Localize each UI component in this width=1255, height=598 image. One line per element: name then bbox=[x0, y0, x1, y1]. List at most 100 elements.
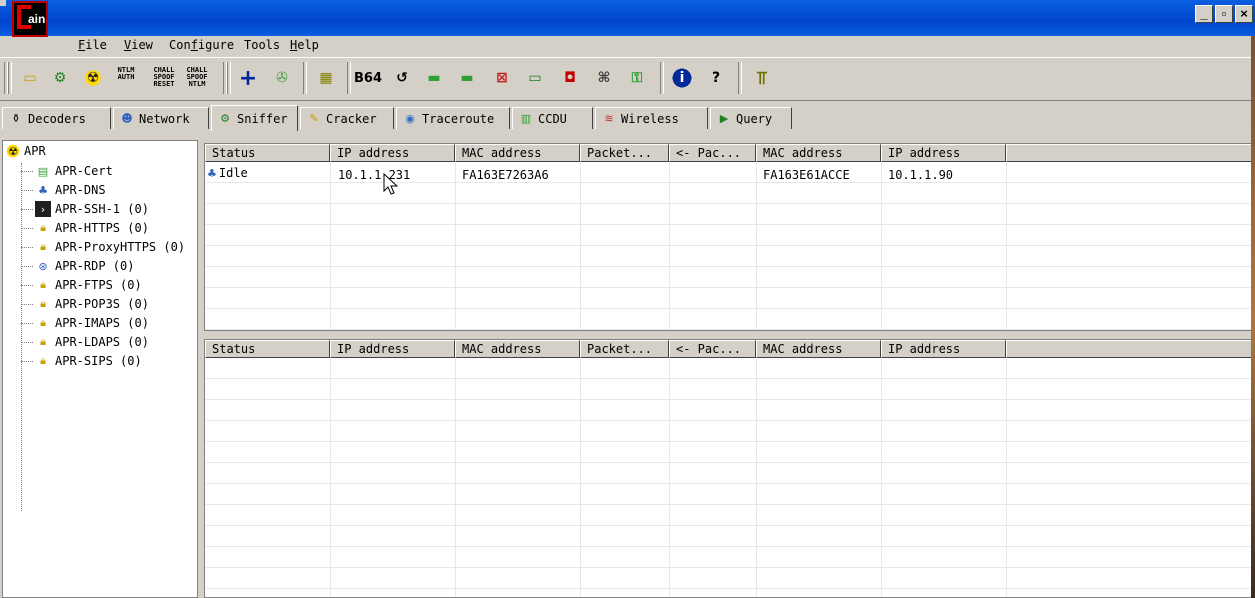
tab-wireless[interactable]: ≋ Wireless bbox=[595, 107, 708, 129]
cain-logo-icon[interactable]: ain bbox=[12, 1, 48, 37]
certificate-icon: ▤ bbox=[37, 164, 49, 178]
horizontal-splitter[interactable] bbox=[204, 331, 1255, 337]
tab-network[interactable]: ☻ Network bbox=[113, 107, 209, 129]
column-mac-address-2[interactable]: MAC address bbox=[756, 340, 881, 358]
tree-item-apr-sips[interactable]: 🔒︎ APR-SIPS (0) bbox=[21, 352, 142, 370]
lock-icon: 🔒︎ bbox=[40, 240, 46, 253]
sniffer-icon: ⚙ bbox=[220, 112, 230, 125]
tree-item-apr-cert[interactable]: ▤ APR-Cert bbox=[21, 162, 113, 180]
title-bar: ain _ ▫ × bbox=[0, 0, 1255, 37]
chall-spoof-ntlm-icon[interactable]: CHALL SPOOF NTLM bbox=[185, 67, 209, 91]
lock-icon: 🔒︎ bbox=[40, 297, 46, 310]
row-status: ♣ Idle bbox=[207, 166, 248, 180]
tree-item-apr-https[interactable]: 🔒︎ APR-HTTPS (0) bbox=[21, 219, 149, 237]
column-status[interactable]: Status bbox=[205, 340, 330, 358]
exit-door-icon[interactable]: ⫪ bbox=[750, 66, 774, 90]
lock-icon: 🔒︎ bbox=[40, 354, 46, 367]
column-packets-in[interactable]: <- Pac... bbox=[669, 340, 756, 358]
column-status[interactable]: Status bbox=[205, 144, 330, 162]
tab-bar: ⚱ Decoders ☻ Network ⚙ Sniffer ✎ Cracker ◉ Tr… bbox=[0, 105, 1255, 131]
list-header: Status IP address MAC address Packet... … bbox=[205, 340, 1254, 358]
column-packets-in[interactable]: <- Pac... bbox=[669, 144, 756, 162]
maximize-button[interactable]: ▫ bbox=[1215, 5, 1233, 23]
ccdu-icon: ▥ bbox=[520, 112, 532, 125]
tree-item-apr-pop3s[interactable]: 🔒︎ APR-POP3S (0) bbox=[21, 295, 149, 313]
tree-item-apr-dns[interactable]: ♣ APR-DNS bbox=[21, 181, 106, 199]
tree-root-apr[interactable]: ☢ APR bbox=[5, 143, 46, 159]
mouse-cursor-icon bbox=[383, 173, 399, 195]
column-packets-out[interactable]: Packet... bbox=[580, 340, 669, 358]
query-icon: ▶ bbox=[719, 112, 729, 125]
tab-cracker[interactable]: ✎ Cracker bbox=[300, 107, 394, 129]
row-ip-address: 10.1.1.231 bbox=[338, 168, 411, 182]
menu-help[interactable]: Help bbox=[290, 38, 319, 52]
red-box-icon[interactable]: ◘ bbox=[558, 66, 582, 90]
column-ip-address[interactable]: IP address bbox=[330, 144, 455, 162]
info-icon[interactable]: i bbox=[670, 66, 694, 90]
tab-ccdu[interactable]: ▥ CCDU bbox=[512, 107, 593, 129]
minimize-button[interactable]: _ bbox=[1195, 5, 1213, 23]
menu-view[interactable]: View bbox=[124, 38, 153, 52]
hash-calc-icon[interactable]: ▬ bbox=[422, 66, 446, 90]
ntlm-auth-icon[interactable]: NTLM AUTH bbox=[114, 67, 138, 91]
open-folder-icon[interactable]: ▭ bbox=[18, 66, 42, 90]
sniffer-toggle-icon[interactable]: ⚙ bbox=[48, 66, 72, 90]
lock-icon: 🔒︎ bbox=[40, 278, 46, 291]
menu-bar: File View Configure Tools Help bbox=[0, 36, 1255, 56]
terminal-icon[interactable]: ▭ bbox=[523, 66, 547, 90]
system-menu-icon[interactable] bbox=[0, 0, 6, 6]
menu-configure[interactable]: Configure bbox=[169, 38, 234, 52]
column-ip-address[interactable]: IP address bbox=[330, 340, 455, 358]
tree-item-apr-rdp[interactable]: ⊛ APR-RDP (0) bbox=[21, 257, 134, 275]
column-mac-address-2[interactable]: MAC address bbox=[756, 144, 881, 162]
tree-item-apr-ssh[interactable]: › APR-SSH-1 (0) bbox=[21, 200, 149, 218]
wireless-icon: ≋ bbox=[604, 112, 614, 125]
base64-icon[interactable]: B64 bbox=[354, 66, 382, 90]
scan-icon[interactable]: ▦ bbox=[314, 66, 338, 90]
certificate-icon[interactable]: ✇ bbox=[270, 66, 294, 90]
apr-hosts-list-top[interactable]: Status IP address MAC address Packet... … bbox=[204, 143, 1255, 331]
network-icon: ☻ bbox=[121, 112, 133, 125]
network-computer-icon: ♣ bbox=[38, 183, 48, 197]
network-hosts-icon: ♣ bbox=[207, 166, 217, 180]
row-ip-address-2: 10.1.1.90 bbox=[888, 168, 954, 182]
close-button[interactable]: × bbox=[1235, 5, 1253, 23]
toolbar: ▭ ⚙ ☢ NTLM AUTH CHALL SPOOF RESET CHALL … bbox=[0, 57, 1255, 101]
column-ip-address-2[interactable]: IP address bbox=[881, 340, 1006, 358]
tab-query[interactable]: ▶ Query bbox=[710, 107, 792, 129]
column-mac-address[interactable]: MAC address bbox=[455, 144, 580, 162]
decoders-icon: ⚱ bbox=[11, 112, 21, 125]
lock-icon: 🔒︎ bbox=[40, 335, 46, 348]
tree-item-apr-proxyhttps[interactable]: 🔒︎ APR-ProxyHTTPS (0) bbox=[21, 238, 185, 256]
help-question-icon[interactable]: ? bbox=[704, 66, 728, 90]
tree-item-apr-ldaps[interactable]: 🔒︎ APR-LDAPS (0) bbox=[21, 333, 149, 351]
tab-sniffer[interactable]: ⚙ Sniffer bbox=[211, 105, 298, 131]
column-packets-out[interactable]: Packet... bbox=[580, 144, 669, 162]
tab-decoders[interactable]: ⚱ Decoders bbox=[2, 107, 111, 129]
menu-file[interactable]: File bbox=[78, 38, 107, 52]
lsa-icon[interactable]: ⊠ bbox=[490, 66, 514, 90]
menu-tools[interactable]: Tools bbox=[244, 38, 280, 52]
chall-spoof-reset-icon[interactable]: CHALL SPOOF RESET bbox=[152, 67, 176, 91]
add-plus-icon[interactable]: + bbox=[236, 66, 260, 91]
tree-item-apr-ftps[interactable]: 🔒︎ APR-FTPS (0) bbox=[21, 276, 142, 294]
column-mac-address[interactable]: MAC address bbox=[455, 340, 580, 358]
vpn-icon[interactable]: ▬ bbox=[455, 66, 479, 90]
apr-tree[interactable]: ☢ APR ▤ APR-Cert ♣ APR-DNS › APR-SSH-1 (0) … bbox=[2, 140, 198, 598]
network-globe-icon[interactable]: ⌘ bbox=[592, 66, 616, 90]
apr-radiation-icon: ☢ bbox=[5, 143, 21, 159]
column-ip-address-2[interactable]: IP address bbox=[881, 144, 1006, 162]
lock-icon: 🔒︎ bbox=[40, 221, 46, 234]
row-mac-address: FA163E7263A6 bbox=[462, 168, 549, 182]
row-mac-address-2: FA163E61ACCE bbox=[763, 168, 850, 182]
terminal-icon: › bbox=[35, 201, 51, 217]
apr-radiation-icon[interactable]: ☢ bbox=[81, 66, 105, 90]
tab-traceroute[interactable]: ◉ Traceroute bbox=[396, 107, 510, 129]
list-header: Status IP address MAC address Packet... … bbox=[205, 144, 1254, 162]
lock-icon: 🔒︎ bbox=[40, 316, 46, 329]
pipe-icon[interactable]: ↺ bbox=[390, 66, 414, 90]
tree-item-apr-imaps[interactable]: 🔒︎ APR-IMAPS (0) bbox=[21, 314, 149, 332]
apr-hosts-list-bottom[interactable]: Status IP address MAC address Packet... … bbox=[204, 339, 1255, 598]
key-icon[interactable]: ⚿ bbox=[625, 66, 649, 90]
traceroute-icon: ◉ bbox=[405, 112, 415, 125]
